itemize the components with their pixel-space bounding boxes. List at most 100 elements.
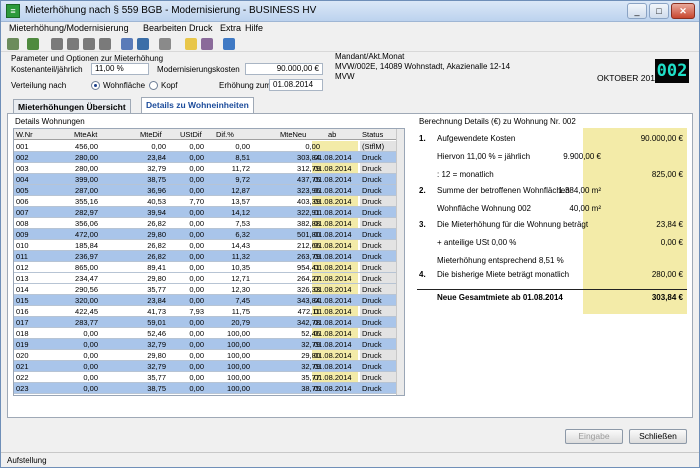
table-row[interactable]: 008 356,06 26,82 0,00 7,53 382,88 01.08.2014 Dr… — [14, 218, 396, 229]
eingabe-button[interactable]: Eingabe — [565, 429, 623, 444]
table-cell: Druck — [362, 230, 382, 239]
calc-text: + anteilige USt 0,00 % — [437, 238, 517, 247]
col-wnr[interactable]: W.Nr — [16, 130, 33, 139]
table-row[interactable]: 016 422,45 41,73 7,93 11,75 472,11 01.08.2014 D… — [14, 306, 396, 317]
delete-icon[interactable] — [99, 38, 111, 50]
col-status[interactable]: Status — [362, 130, 383, 139]
table-row[interactable]: 017 283,77 59,01 0,00 20,79 342,78 01.08.2014 D… — [14, 317, 396, 328]
kosten-field[interactable]: 11,00 % — [91, 63, 149, 75]
table-row[interactable]: 005 287,00 36,96 0,00 12,87 323,96 01.08.2014 D… — [14, 185, 396, 196]
table-cell: 0,00 — [83, 362, 98, 371]
table-row[interactable]: 009 472,00 29,80 0,00 6,32 501,80 01.08.2014 Dr… — [14, 229, 396, 240]
table-row[interactable]: 018 0,00 52,46 0,00 100,00 52,46 01.08.2014 Dru… — [14, 328, 396, 339]
paste-icon[interactable] — [83, 38, 95, 50]
total-value: 303,84 € — [651, 293, 683, 302]
modkosten-field[interactable]: 90.000,00 € — [245, 63, 323, 75]
table-row[interactable]: 020 0,00 29,80 0,00 100,00 29,80 01.08.2014 Dru… — [14, 350, 396, 361]
new-icon[interactable] — [7, 38, 19, 50]
table-cell: 456,00 — [75, 142, 98, 151]
table-row[interactable]: 021 0,00 32,79 0,00 100,00 32,79 01.08.2014 Dru… — [14, 361, 396, 372]
maximize-button[interactable]: □ — [649, 3, 669, 19]
table-cell: 0,00 — [189, 252, 204, 261]
table-row[interactable]: 007 282,97 39,94 0,00 14,12 322,91 01.08.2014 D… — [14, 207, 396, 218]
table-row[interactable]: 014 290,56 35,77 0,00 12,30 326,33 01.08.2014 D… — [14, 284, 396, 295]
table-cell: 021 — [16, 362, 29, 371]
table-cell: 32,79 — [147, 362, 166, 371]
table-cell: 35,77 — [147, 285, 166, 294]
grid-scrollbar[interactable] — [396, 129, 404, 395]
table-cell: 01.08.2014 — [314, 384, 352, 393]
table-cell: 865,00 — [75, 263, 98, 272]
table-cell: Druck — [362, 340, 382, 349]
table-cell: 29,80 — [147, 230, 166, 239]
printer-icon[interactable] — [159, 38, 171, 50]
table-cell: 100,00 — [227, 362, 250, 371]
menu-extra[interactable]: Extra — [220, 23, 241, 33]
calc-text: Aufgewendete Kosten — [437, 134, 516, 143]
table-cell: Druck — [362, 175, 382, 184]
col-ab[interactable]: ab — [328, 130, 336, 139]
table-cell: 320,00 — [75, 296, 98, 305]
table-cell: 100,00 — [227, 340, 250, 349]
cut-icon[interactable] — [51, 38, 63, 50]
col-difproz[interactable]: Dif.% — [216, 130, 234, 139]
table-cell: 212,66 — [297, 241, 320, 250]
document-icon[interactable] — [121, 38, 133, 50]
table-cell: 0,00 — [189, 318, 204, 327]
apartments-grid[interactable]: W.Nr MteAkt MteDif UStDif Dif.% MteNeu a… — [13, 128, 405, 396]
table-cell: 015 — [16, 296, 29, 305]
table-row[interactable]: 001 456,00 0,00 0,00 0,00 0,00 (StflM) — [14, 141, 396, 152]
close-button[interactable]: ✕ — [671, 3, 695, 19]
menu-hilfe[interactable]: Hilfe — [245, 23, 263, 33]
table-row[interactable]: 023 0,00 38,75 0,00 100,00 38,75 01.08.2014 Dru… — [14, 383, 396, 394]
menu-mieterhoehung[interactable]: Mieterhöhung/Modernisierung — [9, 23, 129, 33]
table-cell: 01.08.2014 — [314, 362, 352, 371]
copy-icon[interactable] — [67, 38, 79, 50]
export-icon[interactable] — [201, 38, 213, 50]
table-cell: 01.08.2014 — [314, 318, 352, 327]
folder-icon[interactable] — [185, 38, 197, 50]
minimize-button[interactable]: _ — [627, 3, 647, 19]
table-cell: 100,00 — [227, 329, 250, 338]
table-row[interactable]: 003 280,00 32,79 0,00 11,72 312,79 01.08.2014 D… — [14, 163, 396, 174]
tab-uebersicht[interactable]: Mieterhöhungen Übersicht — [13, 99, 131, 114]
table-cell: 0,00 — [305, 142, 320, 151]
table-row[interactable]: 011 236,97 26,82 0,00 11,32 263,79 01.08.2014 D… — [14, 251, 396, 262]
table-cell: 343,84 — [297, 296, 320, 305]
radio-wohnflaeche[interactable] — [91, 81, 100, 90]
table-cell: Druck — [362, 307, 382, 316]
table-row[interactable]: 019 0,00 32,79 0,00 100,00 32,79 01.08.2014 Dru… — [14, 339, 396, 350]
table-cell: 01.08.2014 — [314, 219, 352, 228]
col-ustdif[interactable]: UStDif — [180, 130, 202, 139]
table-row[interactable]: 015 320,00 23,84 0,00 7,45 343,84 01.08.2014 Dr… — [14, 295, 396, 306]
col-mtedif[interactable]: MteDif — [140, 130, 162, 139]
table-row[interactable]: 010 185,84 26,82 0,00 14,43 212,66 01.08.2014 D… — [14, 240, 396, 251]
radio-kopf[interactable] — [149, 81, 158, 90]
table-cell: 01.08.2014 — [314, 351, 352, 360]
menu-bearbeiten[interactable]: Bearbeiten — [143, 23, 187, 33]
calc-text: Die Mieterhöhung für die Wohnung beträgt — [437, 220, 589, 229]
erhoehung-field[interactable]: 01.08.2014 — [269, 79, 323, 91]
calc-text: Hiervon 11,00 % = jährlich — [437, 152, 531, 161]
table-row[interactable]: 002 280,00 23,84 0,00 8,51 303,84 01.08.2014 Dr… — [14, 152, 396, 163]
table-cell: 437,75 — [297, 175, 320, 184]
table-cell: 0,00 — [189, 208, 204, 217]
table-row[interactable]: 006 355,16 40,53 7,70 13,57 403,39 01.08.2014 D… — [14, 196, 396, 207]
table-row[interactable]: 004 399,00 38,75 0,00 9,72 437,75 01.08.2014 Dr… — [14, 174, 396, 185]
table-cell: 29,80 — [147, 351, 166, 360]
run-icon[interactable] — [27, 38, 39, 50]
schliessen-button[interactable]: Schließen — [629, 429, 687, 444]
table-cell: 01.08.2014 — [314, 285, 352, 294]
tab-details[interactable]: Details zu Wohneinheiten — [141, 97, 254, 114]
table-cell: Druck — [362, 153, 382, 162]
search-icon[interactable] — [137, 38, 149, 50]
table-row[interactable]: 012 865,00 89,41 0,00 10,35 954,41 01.08.2014 D… — [14, 262, 396, 273]
table-cell: 014 — [16, 285, 29, 294]
col-mteneu[interactable]: MteNeu — [280, 130, 306, 139]
help-icon[interactable] — [223, 38, 235, 50]
col-mteakt[interactable]: MteAkt — [74, 130, 97, 139]
table-cell: Druck — [362, 241, 382, 250]
table-row[interactable]: 022 0,00 35,77 0,00 100,00 35,77 01.08.2014 Dru… — [14, 372, 396, 383]
menu-druck[interactable]: Druck — [189, 23, 213, 33]
table-row[interactable]: 013 234,47 29,80 0,00 12,71 264,27 01.08.2014 D… — [14, 273, 396, 284]
